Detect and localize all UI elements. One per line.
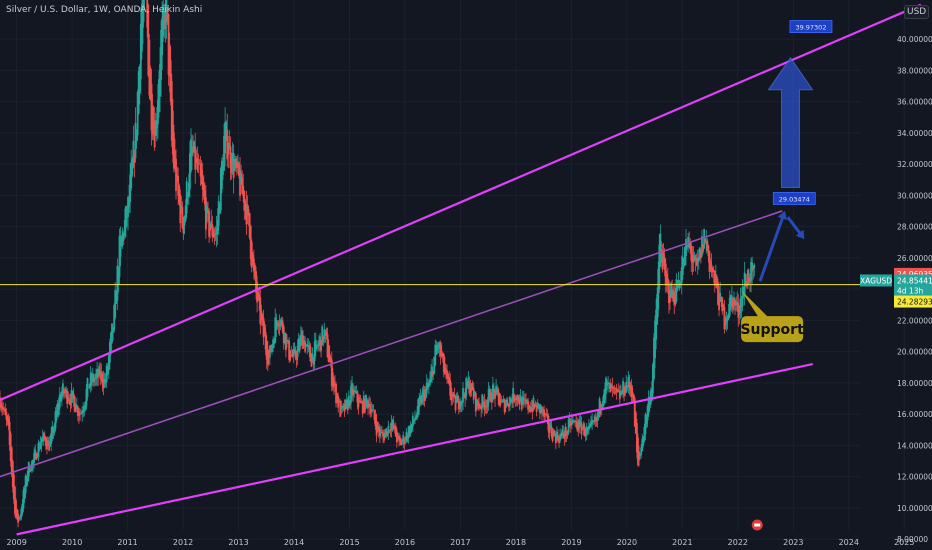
candle-body xyxy=(443,363,446,375)
candle-body xyxy=(621,393,623,394)
symbol-title[interactable]: Silver / U.S. Dollar, 1W, OANDA, Heikin … xyxy=(6,5,202,15)
time-tick-label: 2021 xyxy=(672,538,692,547)
price-callout-text: 39.97302 xyxy=(795,24,826,32)
candle-body xyxy=(392,423,395,429)
time-tick-label: 2025 xyxy=(894,538,914,547)
candle-body xyxy=(116,265,119,301)
candle-body xyxy=(27,462,30,477)
time-tick-label: 2023 xyxy=(783,538,803,547)
time-tick-label: 2016 xyxy=(395,538,415,547)
price-tick-label: 18.00000 xyxy=(897,379,932,388)
candle-body xyxy=(56,403,59,416)
price-tick-label: 32.00000 xyxy=(897,160,932,169)
time-tick-label: 2013 xyxy=(228,538,248,547)
candle-body xyxy=(52,432,55,434)
candle-body xyxy=(450,387,453,401)
candle-body xyxy=(37,442,40,457)
price-tick-label: 38.00000 xyxy=(897,66,932,75)
candle-body xyxy=(437,347,440,349)
time-tick-label: 2019 xyxy=(561,538,581,547)
price-tick-label: 20.00000 xyxy=(897,348,932,357)
symbol-tag-text: XAGUSD xyxy=(860,276,892,285)
price-callout-text: 29.03474 xyxy=(779,195,810,203)
candle-body xyxy=(737,302,740,318)
price-tick-label: 34.00000 xyxy=(897,129,932,138)
candle-body xyxy=(270,351,272,353)
support-text: Support xyxy=(740,322,804,338)
price-tick-label: 40.00000 xyxy=(897,35,932,44)
time-tick-label: 2020 xyxy=(617,538,637,547)
candle-body xyxy=(132,140,135,168)
candle-body xyxy=(623,387,626,396)
candle-body xyxy=(92,377,95,383)
price-label-text: 24.85441 xyxy=(897,276,932,285)
price-tick-label: 10.00000 xyxy=(897,504,932,513)
candle-body xyxy=(99,370,102,379)
candle-body xyxy=(321,326,324,346)
candle-body xyxy=(659,233,662,267)
candle-body xyxy=(723,307,726,330)
time-tick-label: 2014 xyxy=(284,538,304,547)
price-tick-label: 14.00000 xyxy=(897,441,932,450)
time-tick-label: 2009 xyxy=(6,538,26,547)
candle-body xyxy=(548,423,551,433)
candle-body xyxy=(431,366,433,377)
price-tick-label: 22.00000 xyxy=(897,316,932,325)
time-tick-label: 2024 xyxy=(839,538,859,547)
candle-body xyxy=(267,357,270,359)
price-chart[interactable]: 39.9730229.03474Support 8.0000010.000001… xyxy=(0,0,932,550)
time-tick-label: 2011 xyxy=(117,538,137,547)
tradingview-logo-mark xyxy=(754,523,761,527)
price-tick-label: 28.00000 xyxy=(897,223,932,232)
candle-body xyxy=(454,395,457,411)
time-tick-label: 2018 xyxy=(506,538,526,547)
time-tick-label: 2015 xyxy=(339,538,359,547)
candle-body xyxy=(753,264,756,269)
time-tick-label: 2012 xyxy=(173,538,193,547)
price-tick-label: 26.00000 xyxy=(897,254,932,263)
candle-body xyxy=(541,407,543,413)
candle-body xyxy=(337,395,340,408)
time-tick-label: 2017 xyxy=(450,538,470,547)
time-tick-label: 2010 xyxy=(62,538,82,547)
price-label-text: 4d 13h xyxy=(897,287,923,296)
candle-body xyxy=(114,290,117,318)
candle-body xyxy=(58,394,61,408)
candle-body xyxy=(741,287,744,307)
currency-button[interactable]: USD xyxy=(904,5,930,19)
price-label-text: 24.28293 xyxy=(897,298,932,307)
price-tick-label: 36.00000 xyxy=(897,98,932,107)
time-tick-label: 2022 xyxy=(728,538,748,547)
price-tick-label: 12.00000 xyxy=(897,473,932,482)
candle-body xyxy=(375,420,378,436)
price-tick-label: 16.00000 xyxy=(897,410,932,419)
price-tick-label: 30.00000 xyxy=(897,191,932,200)
candle-body xyxy=(743,272,746,294)
